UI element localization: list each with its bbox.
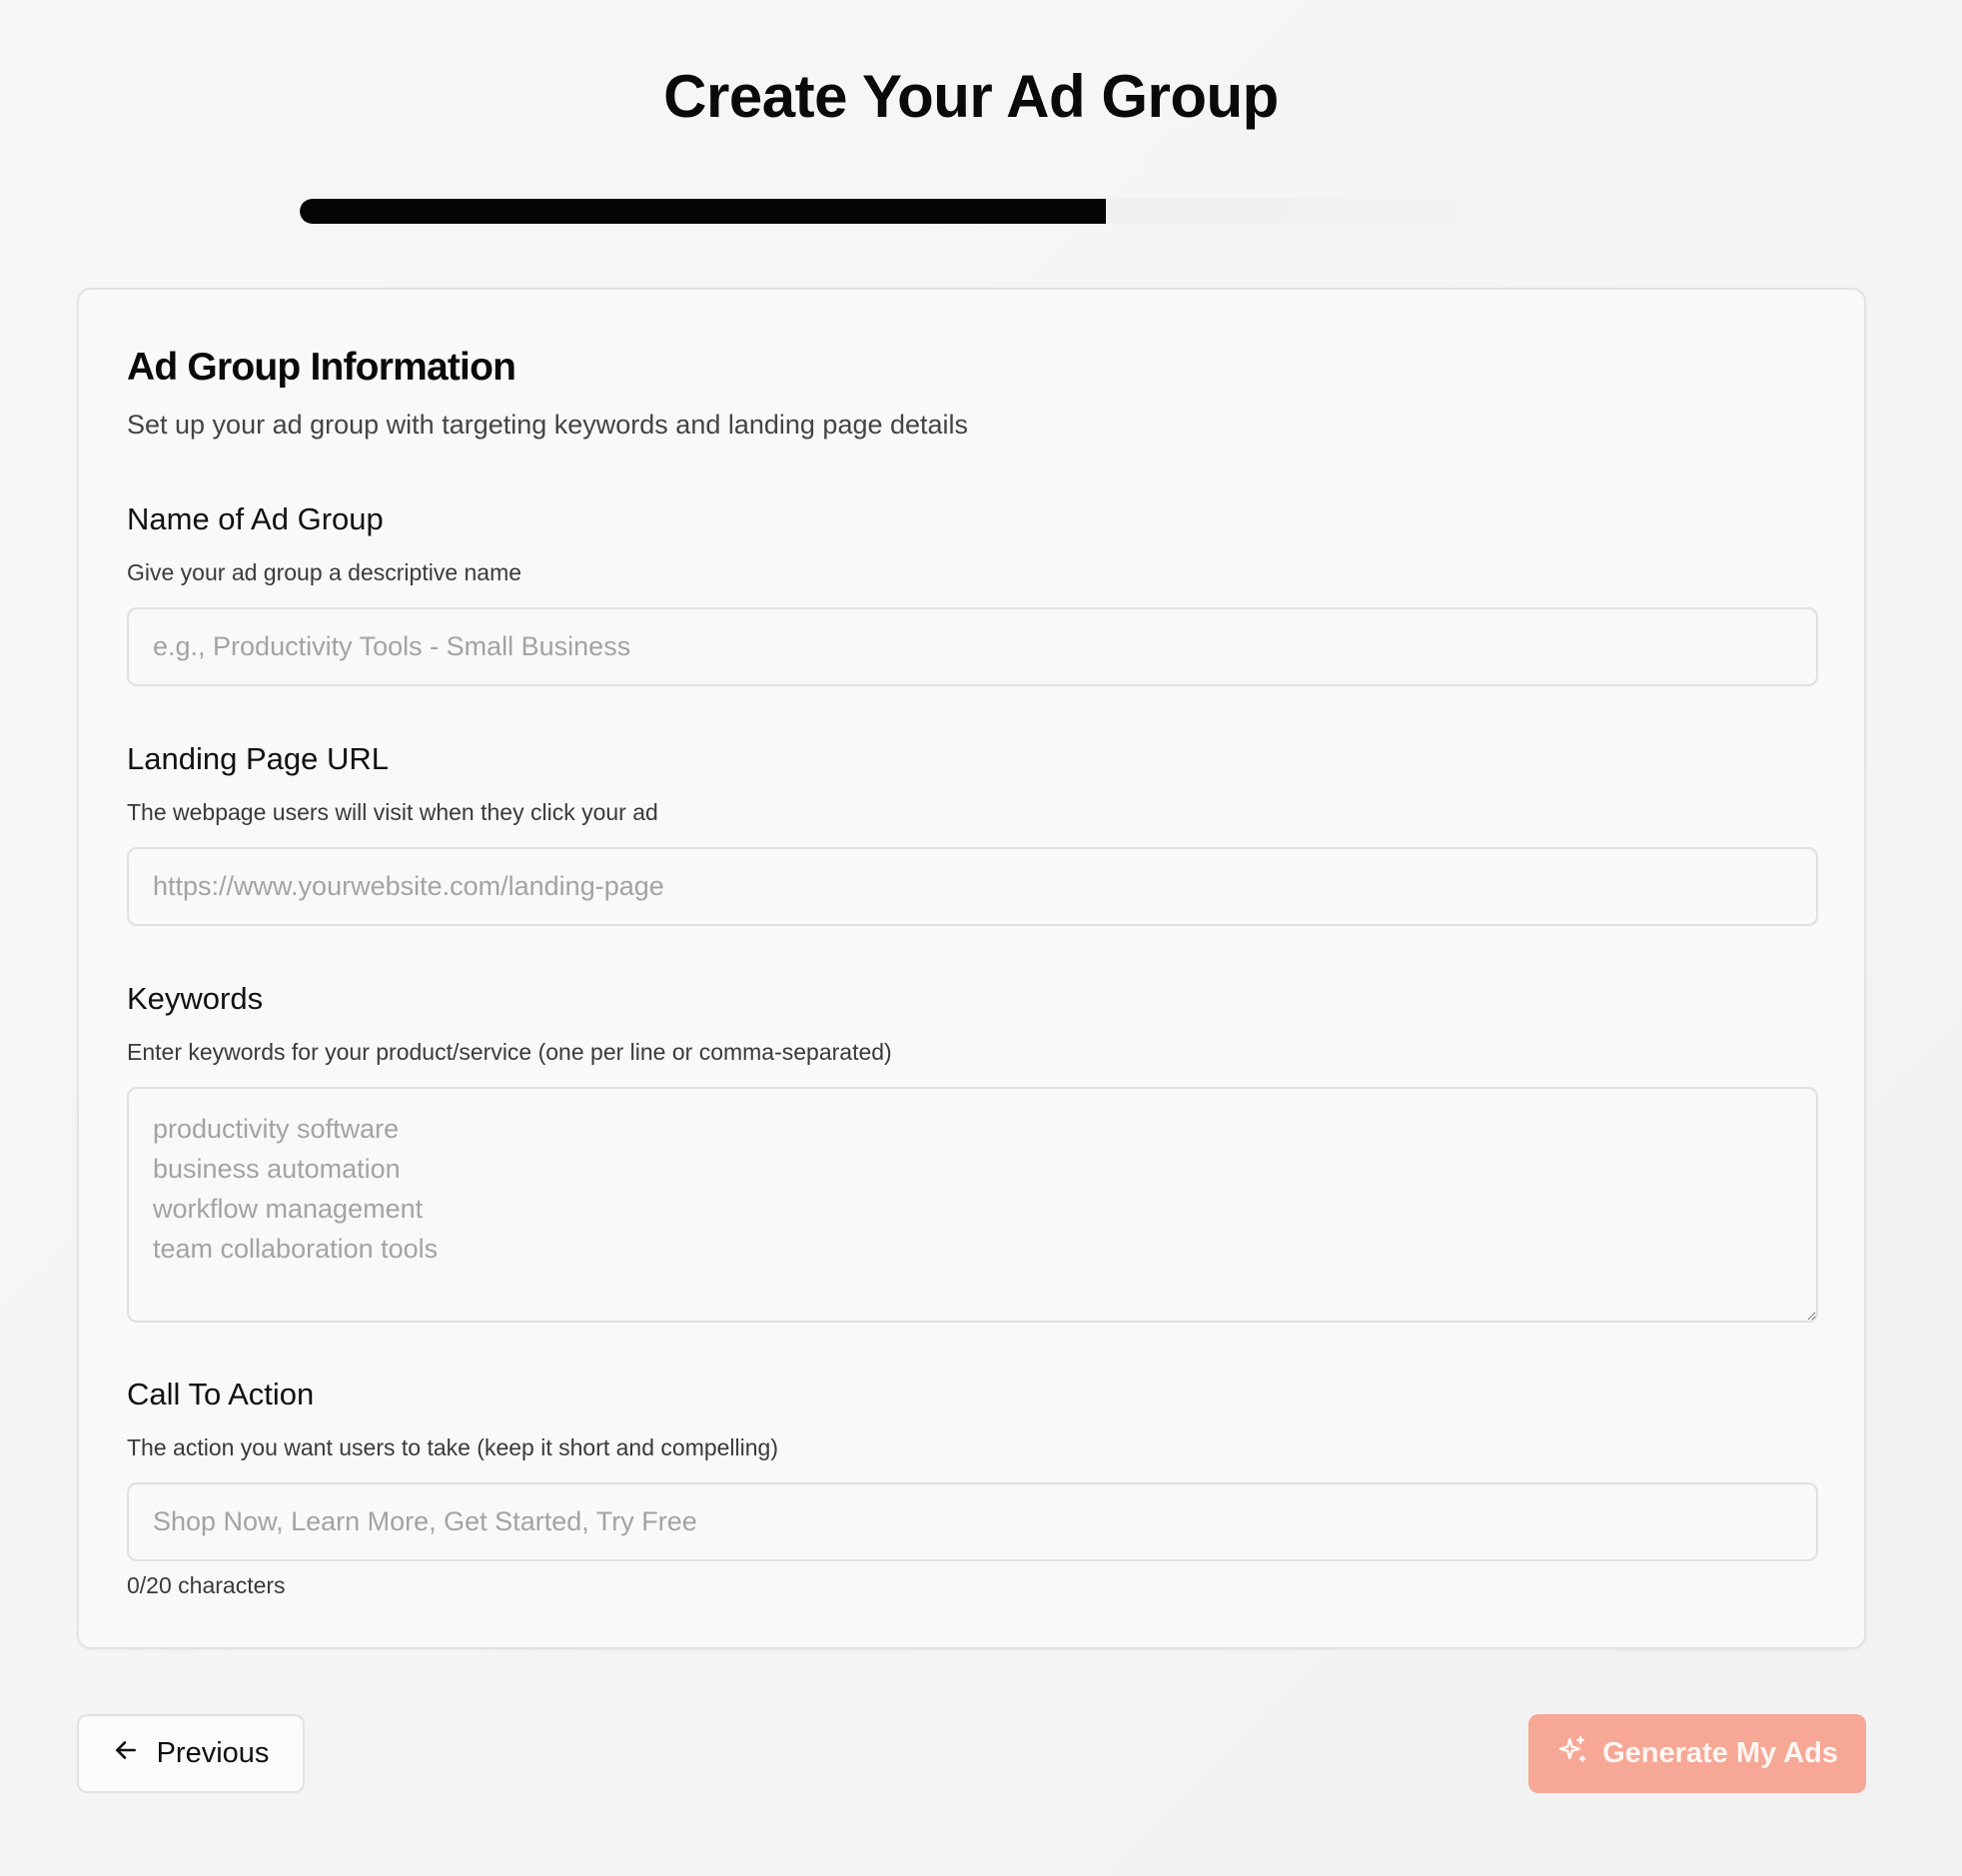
keywords-label: Keywords [127,981,264,1016]
page-title: Create Your Ad Group [663,63,1279,130]
card-title: Ad Group Information [127,346,516,389]
progress-bar-fill [300,199,1106,224]
previous-button-label: Previous [156,1737,270,1769]
call-to-action-help: The action you want users to take (keep … [127,1434,779,1460]
arrow-left-icon [113,1737,139,1771]
progress-bar [300,199,1643,224]
landing-page-url-label: Landing Page URL [127,741,389,776]
ad-group-form-card: Ad Group Information Set up your ad grou… [77,288,1866,1649]
keywords-help: Enter keywords for your product/service … [127,1039,892,1065]
call-to-action-char-count: 0/20 characters [127,1572,286,1598]
call-to-action-label: Call To Action [127,1377,315,1411]
ad-group-name-label: Name of Ad Group [127,501,384,536]
sparkles-icon [1556,1734,1588,1774]
call-to-action-input[interactable] [127,1482,1818,1561]
keywords-textarea[interactable] [127,1087,1818,1323]
card-subtitle: Set up your ad group with targeting keyw… [127,410,969,440]
previous-button[interactable]: Previous [77,1714,305,1793]
landing-page-url-input[interactable] [127,847,1818,926]
landing-page-url-help: The webpage users will visit when they c… [127,799,658,825]
ad-group-name-help: Give your ad group a descriptive name [127,559,522,585]
ad-group-name-input[interactable] [127,607,1818,686]
generate-my-ads-button-label: Generate My Ads [1602,1737,1838,1769]
generate-my-ads-button[interactable]: Generate My Ads [1528,1714,1866,1793]
